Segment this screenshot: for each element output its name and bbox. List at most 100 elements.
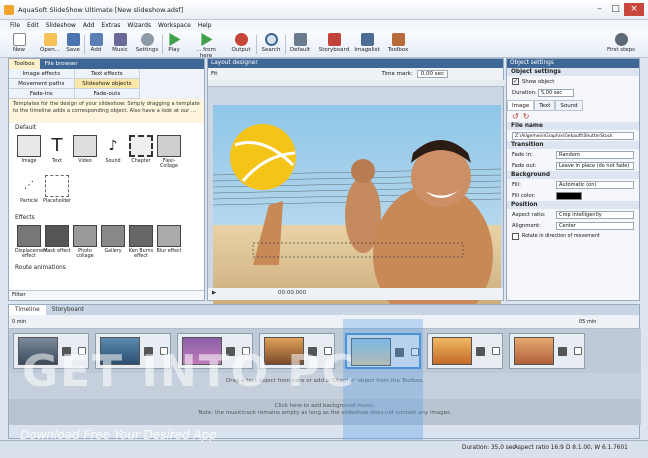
transition-icon[interactable] bbox=[492, 347, 500, 355]
menu-wizards[interactable]: Wizards bbox=[127, 22, 151, 29]
tab-storyboard[interactable]: Storyboard bbox=[46, 305, 90, 315]
tab-timeline[interactable]: Timeline bbox=[9, 305, 46, 315]
tab-toolbox[interactable]: Toolbox bbox=[9, 59, 40, 69]
section-effects[interactable]: Effects bbox=[9, 213, 204, 223]
aspect-ratio-label: Aspect ratio: bbox=[512, 211, 546, 218]
mask-effect-icon bbox=[45, 225, 69, 247]
subtab-text-effects[interactable]: Text effects bbox=[74, 69, 141, 79]
tab-text[interactable]: Text bbox=[534, 100, 556, 111]
toolbar: New Open... Save Add Music Settings Play… bbox=[0, 31, 648, 59]
object-settings-header: Object settings bbox=[507, 68, 639, 76]
template-photo-collage[interactable]: Photo collage bbox=[71, 223, 99, 263]
zoom-select[interactable]: Fit bbox=[211, 71, 217, 77]
preview-canvas[interactable] bbox=[212, 105, 502, 325]
menu-slideshow[interactable]: Slideshow bbox=[46, 22, 76, 29]
play-from-here-icon bbox=[201, 33, 213, 46]
fade-in-select[interactable]: Random bbox=[556, 150, 634, 159]
position-header: Position bbox=[507, 201, 639, 209]
menu-add[interactable]: Add bbox=[83, 22, 95, 29]
new-button[interactable]: New bbox=[10, 32, 28, 57]
preview-timecode: 00:00.000 bbox=[277, 290, 307, 296]
section-route-animations[interactable]: Route animations bbox=[9, 263, 204, 273]
fill-color-swatch[interactable] bbox=[556, 191, 582, 200]
toolbox-description: Templates for the design of your slidesh… bbox=[9, 99, 204, 123]
save-button[interactable]: Save bbox=[64, 32, 82, 57]
status-aspect: Aspect ratio 16:9 bbox=[514, 445, 564, 451]
minimize-button[interactable]: – bbox=[592, 3, 607, 16]
imagelist-button[interactable]: Imagelist bbox=[352, 32, 382, 57]
first-steps-button[interactable]: First steps bbox=[606, 32, 636, 57]
transition-icon[interactable] bbox=[574, 347, 582, 355]
subtab-fade-ins[interactable]: Fade-ins bbox=[9, 89, 75, 99]
filter-input[interactable]: Filter bbox=[9, 290, 204, 300]
template-image[interactable]: Image bbox=[15, 133, 43, 173]
subtab-slideshow-objects[interactable]: Slideshow objects bbox=[74, 79, 141, 89]
music-track[interactable]: Click here to add background music. Note… bbox=[9, 399, 641, 425]
menu-help[interactable]: Help bbox=[198, 22, 212, 29]
settings-button[interactable]: Settings bbox=[134, 32, 160, 57]
tab-file-browser[interactable]: File browser bbox=[40, 59, 83, 69]
transition-header: Transition bbox=[507, 141, 639, 149]
slide-6[interactable] bbox=[427, 333, 503, 369]
subtab-image-effects[interactable]: Image effects bbox=[9, 69, 75, 79]
chapter-icon bbox=[129, 135, 153, 157]
rotate-left-icon[interactable]: ↺ bbox=[512, 112, 519, 121]
effect-icon[interactable] bbox=[476, 347, 485, 356]
fill-select[interactable]: Automatic (on) bbox=[556, 180, 634, 189]
template-blur-effect[interactable]: Blur effect bbox=[155, 223, 183, 263]
subtab-fade-outs[interactable]: Fade-outs bbox=[74, 89, 141, 99]
aspect-ratio-select[interactable]: Crop intelligently bbox=[556, 210, 634, 219]
menu-edit[interactable]: Edit bbox=[27, 22, 39, 29]
toolbox-button[interactable]: Toolbox bbox=[386, 32, 410, 57]
template-gallery[interactable]: Gallery bbox=[99, 223, 127, 263]
gallery-icon bbox=[101, 225, 125, 247]
duration-input[interactable]: 5,00 sec bbox=[538, 88, 574, 97]
menu-extras[interactable]: Extras bbox=[101, 22, 120, 29]
alignment-select[interactable]: Center bbox=[556, 221, 634, 230]
music-button[interactable]: Music bbox=[110, 32, 130, 57]
sound-icon: ♪ bbox=[101, 135, 125, 157]
slide-7[interactable] bbox=[509, 333, 585, 369]
tab-sound[interactable]: Sound bbox=[555, 100, 583, 111]
play-button[interactable]: Play bbox=[166, 32, 182, 57]
subtab-movement-paths[interactable]: Movement paths bbox=[9, 79, 75, 89]
rotate-direction-checkbox[interactable] bbox=[512, 233, 519, 240]
default-layout-button[interactable]: Default bbox=[288, 32, 312, 57]
storyboard-button[interactable]: Storyboard bbox=[318, 32, 350, 57]
menu-bar: File Edit Slideshow Add Extras Wizards W… bbox=[0, 20, 648, 31]
rotate-right-icon[interactable]: ↻ bbox=[523, 112, 530, 121]
output-icon bbox=[234, 33, 248, 46]
template-mask-effect[interactable]: Mask effect bbox=[43, 223, 71, 263]
tab-image[interactable]: Image bbox=[507, 100, 535, 111]
preview-play-icon[interactable]: ▶ bbox=[212, 290, 216, 296]
photo-collage-icon bbox=[73, 225, 97, 247]
effect-icon[interactable] bbox=[558, 347, 567, 356]
template-video[interactable]: Video bbox=[71, 133, 99, 173]
menu-file[interactable]: File bbox=[10, 22, 20, 29]
menu-workspace[interactable]: Workspace bbox=[158, 22, 191, 29]
template-sound[interactable]: ♪ Sound bbox=[99, 133, 127, 173]
show-object-checkbox[interactable]: ✓ bbox=[512, 78, 519, 85]
fade-out-select[interactable]: Leave in place (do not fade) bbox=[556, 161, 634, 170]
section-default[interactable]: Default bbox=[9, 123, 204, 133]
play-from-here-button[interactable]: ... from here bbox=[190, 32, 222, 59]
time-mark-input[interactable]: 0,00 sec bbox=[416, 70, 448, 78]
template-chapter[interactable]: Chapter bbox=[127, 133, 155, 173]
playback-controls: ▶ 00:00.000 bbox=[208, 288, 503, 300]
template-particle[interactable]: ⋰ Particle bbox=[15, 173, 43, 213]
maximize-button[interactable]: □ bbox=[608, 3, 623, 16]
fade-in-label: Fade in: bbox=[512, 151, 533, 158]
close-button[interactable]: × bbox=[624, 3, 644, 16]
output-button[interactable]: Output bbox=[230, 32, 252, 57]
add-button[interactable]: Add bbox=[88, 32, 104, 57]
template-placeholder[interactable]: Placeholder bbox=[43, 173, 71, 213]
template-text[interactable]: T Text bbox=[43, 133, 71, 173]
file-name-input[interactable]: Z:\Allgemein\Graphix\Gekauft\ShutterStoc… bbox=[512, 131, 634, 140]
search-button[interactable]: Search bbox=[260, 32, 282, 57]
open-button[interactable]: Open... bbox=[38, 32, 62, 57]
template-ken-burns-effect[interactable]: Ken Burns effect bbox=[127, 223, 155, 263]
template-displacement-effect[interactable]: Displacement effect bbox=[15, 223, 48, 263]
search-icon bbox=[264, 33, 278, 46]
imagelist-icon bbox=[360, 33, 374, 46]
template-flexi-collage[interactable]: Flexi-Collage bbox=[155, 133, 183, 173]
